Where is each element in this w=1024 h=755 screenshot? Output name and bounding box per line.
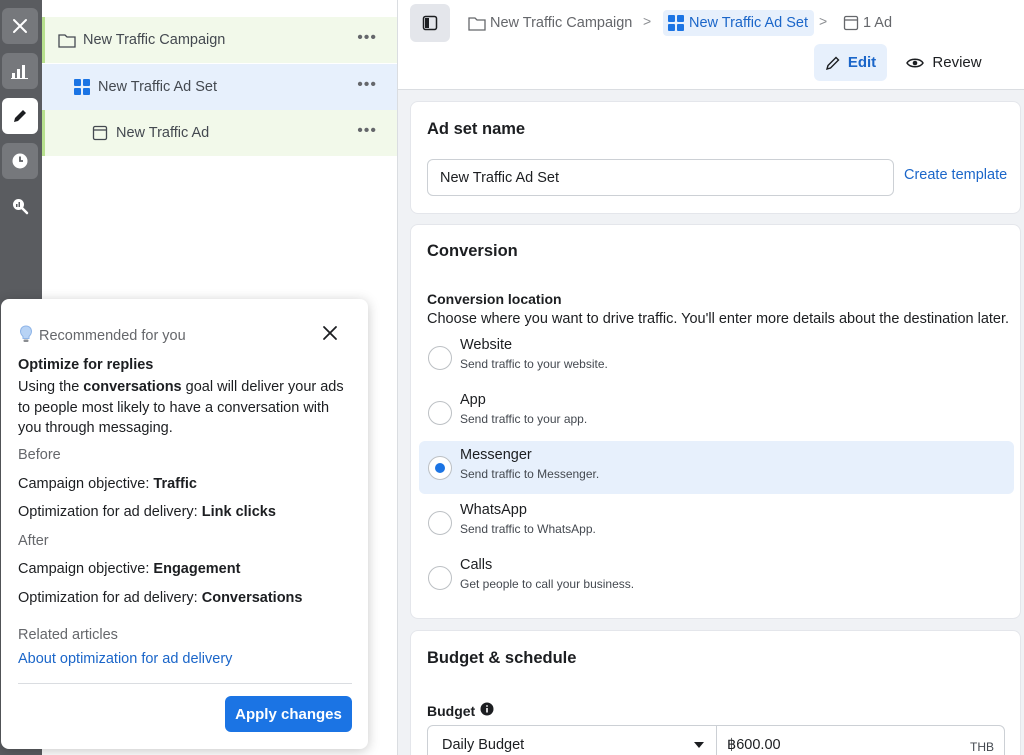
top-bar: New Traffic Campaign > New Traffic Ad Se…	[398, 0, 1024, 90]
conversion-option-calls[interactable]: Calls Get people to call your business.	[419, 551, 1014, 604]
chevron-right-icon: >	[643, 13, 652, 29]
more-options-icon[interactable]: •••	[357, 76, 377, 94]
folder-icon	[468, 15, 486, 31]
recommendation-popup: Recommended for you Optimize for replies…	[1, 299, 368, 749]
radio-button[interactable]	[428, 511, 452, 535]
tree-item-label: New Traffic Campaign	[83, 32, 226, 48]
conversion-option-messenger[interactable]: Messenger Send traffic to Messenger.	[419, 441, 1014, 494]
budget-label: Budget	[427, 702, 494, 719]
breadcrumb-ad[interactable]: 1 Ad	[843, 10, 892, 36]
bar-chart-icon[interactable]	[2, 53, 38, 89]
close-icon[interactable]	[2, 8, 38, 44]
after-optimization: Optimization for ad delivery: Conversati…	[18, 590, 303, 606]
after-objective: Campaign objective: Engagement	[18, 561, 241, 577]
recommendation-body: Using the conversations goal will delive…	[18, 379, 344, 436]
recommendation-title: Optimize for replies	[18, 357, 154, 373]
pencil-icon[interactable]	[2, 98, 38, 134]
ad-page-icon	[843, 15, 859, 31]
before-label: Before	[18, 447, 61, 463]
conversion-option-website[interactable]: Website Send traffic to your website.	[419, 331, 1014, 384]
chevron-right-icon: >	[819, 13, 828, 29]
lightbulb-icon	[19, 325, 33, 347]
radio-button[interactable]	[428, 346, 452, 370]
info-icon[interactable]	[480, 702, 494, 719]
conversion-option-app[interactable]: App Send traffic to your app.	[419, 386, 1014, 439]
caret-down-icon	[694, 742, 704, 748]
recommendation-header: Recommended for you	[19, 325, 186, 347]
related-articles-label: Related articles	[18, 627, 118, 643]
radio-button-selected[interactable]	[428, 456, 452, 480]
conversion-card: Conversion Conversion location Choose wh…	[410, 224, 1021, 619]
breadcrumb-adset[interactable]: New Traffic Ad Set	[663, 10, 815, 36]
eye-icon	[906, 58, 925, 67]
edit-button[interactable]: Edit	[814, 44, 887, 81]
conversion-location-label: Conversion location	[427, 291, 562, 307]
conversion-location-description: Choose where you want to drive traffic. …	[427, 311, 1010, 327]
folder-icon	[57, 30, 77, 50]
close-icon[interactable]	[322, 325, 340, 343]
budget-schedule-card: Budget & schedule Budget Daily Budget ฿6…	[410, 630, 1021, 755]
tree-item-label: New Traffic Ad	[116, 125, 210, 141]
adset-name-input[interactable]: New Traffic Ad Set	[427, 159, 894, 196]
section-title: Ad set name	[427, 120, 526, 138]
tree-item-label: New Traffic Ad Set	[98, 79, 218, 95]
section-title: Budget & schedule	[427, 649, 577, 667]
before-optimization: Optimization for ad delivery: Link click…	[18, 504, 276, 520]
section-title: Conversion	[427, 242, 518, 260]
radio-button[interactable]	[428, 401, 452, 425]
grid-icon	[667, 14, 685, 32]
tree-item-ad[interactable]: New Traffic Ad •••	[42, 110, 397, 156]
before-objective: Campaign objective: Traffic	[18, 476, 197, 492]
currency-label: THB	[970, 740, 994, 754]
grid-icon	[72, 77, 92, 97]
budget-amount-input[interactable]: ฿600.00 THB	[716, 725, 1005, 755]
tree-item-campaign[interactable]: New Traffic Campaign •••	[42, 17, 397, 63]
pencil-icon	[825, 56, 840, 70]
budget-type-select[interactable]: Daily Budget	[427, 725, 717, 755]
create-template-link[interactable]: Create template	[904, 167, 1007, 183]
review-button[interactable]: Review	[904, 44, 984, 81]
related-article-link[interactable]: About optimization for ad delivery	[18, 651, 232, 667]
more-options-icon[interactable]: •••	[357, 122, 377, 140]
more-options-icon[interactable]: •••	[357, 29, 377, 47]
conversion-option-whatsapp[interactable]: WhatsApp Send traffic to WhatsApp.	[419, 496, 1014, 549]
ad-page-icon	[90, 123, 110, 143]
clock-icon[interactable]	[2, 143, 38, 179]
tree-item-adset[interactable]: New Traffic Ad Set •••	[42, 64, 397, 110]
panel-toggle-icon[interactable]	[410, 4, 450, 42]
apply-changes-button[interactable]: Apply changes	[225, 696, 352, 732]
divider	[18, 683, 352, 684]
breadcrumb-campaign[interactable]: New Traffic Campaign	[468, 10, 632, 36]
search-chart-icon[interactable]	[2, 188, 38, 224]
after-label: After	[18, 533, 49, 549]
radio-button[interactable]	[428, 566, 452, 590]
adset-name-card: Ad set name New Traffic Ad Set Create te…	[410, 101, 1021, 214]
